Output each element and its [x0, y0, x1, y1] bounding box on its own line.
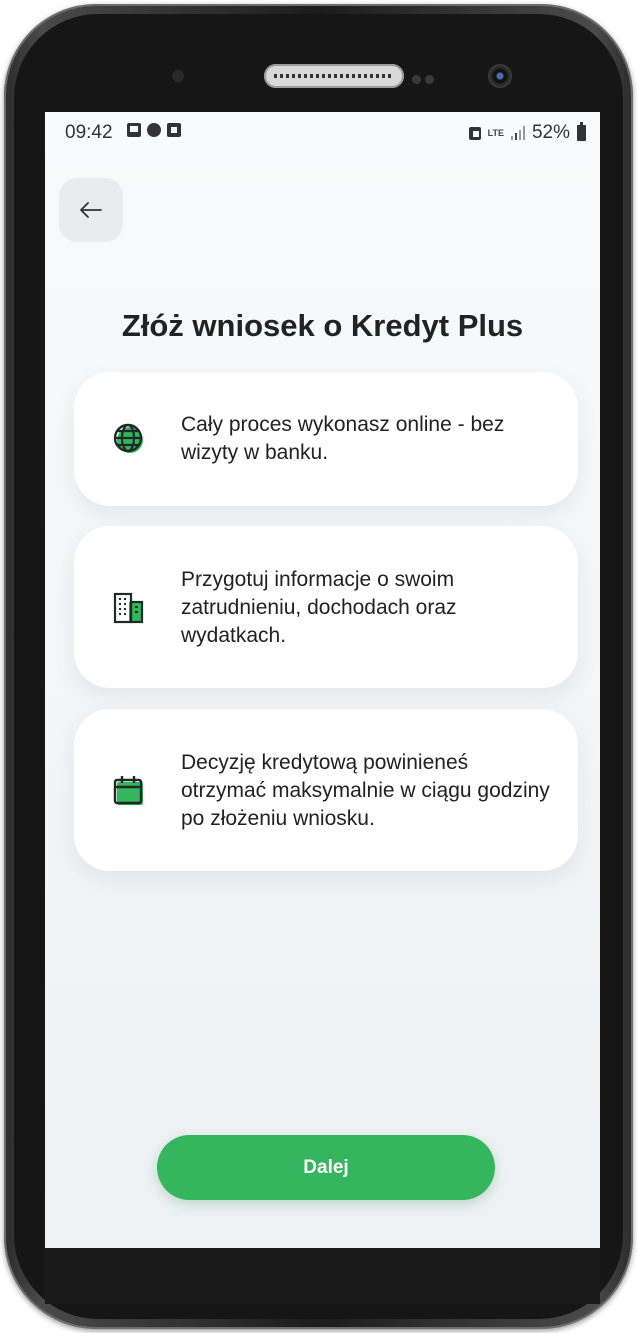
status-time: 09:42 [65, 122, 113, 143]
app-notification-icon [167, 123, 181, 137]
gallery-icon [127, 123, 141, 137]
phone-frame: 09:42 LTE 52% Złóż wniosek o Kredyt Plus… [4, 4, 633, 1329]
sensor-dots [412, 71, 442, 84]
card-text: Przygotuj informacje o swoim zatrudnieni… [181, 568, 457, 647]
building-icon [113, 592, 144, 624]
lock-icon [468, 126, 481, 140]
network-type: LTE [487, 127, 504, 138]
page-title: Złóż wniosek o Kredyt Plus [121, 308, 524, 343]
globe-icon [113, 423, 143, 453]
info-card-documents: Przygotuj informacje o swoim zatrudnieni… [74, 526, 578, 688]
earpiece-speaker [264, 64, 404, 88]
proximity-sensor [172, 70, 184, 82]
front-camera [490, 66, 510, 86]
app-screen: 09:42 LTE 52% Złóż wniosek o Kredyt Plus… [45, 112, 600, 1248]
back-button[interactable] [59, 178, 123, 242]
battery-icon [577, 122, 586, 141]
info-card-decision: Decyzję kredytową powinieneś otrzymać ma… [74, 709, 578, 871]
status-right: LTE 52% [468, 122, 586, 144]
next-button[interactable]: Dalej [157, 1135, 495, 1200]
arrow-left-icon [80, 202, 102, 218]
calendar-icon [113, 776, 143, 805]
face-icon [147, 123, 161, 137]
battery-level: 52% [531, 122, 570, 143]
card-text: Cały proces wykonasz online - bez wizyty… [181, 413, 505, 464]
status-bar: 09:42 LTE 52% [45, 112, 600, 152]
top-bezel [14, 14, 623, 110]
card-text: Decyzję kredytową powinieneś otrzymać ma… [181, 751, 550, 830]
notification-icons [127, 123, 181, 137]
signal-icon [510, 126, 525, 140]
info-card-online: Cały proces wykonasz online - bez wizyty… [74, 372, 578, 506]
bottom-bezel [45, 1248, 600, 1304]
